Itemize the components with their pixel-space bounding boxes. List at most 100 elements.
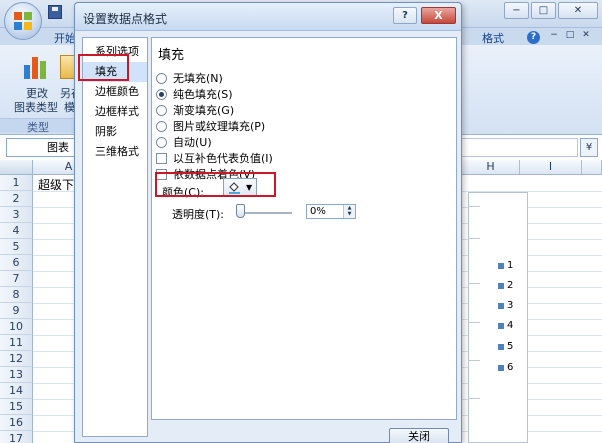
option-automatic[interactable]: 自动(U) [156, 134, 212, 150]
formula-expand-icon[interactable]: ¥ [580, 138, 598, 157]
panel-title: 填充 [158, 48, 185, 63]
doc-restore-icon[interactable]: □ [564, 29, 576, 41]
transparency-slider-track[interactable] [238, 212, 292, 214]
legend-swatch [498, 282, 504, 289]
row-header[interactable]: 4 [0, 223, 33, 239]
chart-gridline [468, 360, 480, 361]
nav-item-3d-format[interactable]: 三维格式 [83, 142, 147, 162]
column-header-h[interactable]: H [462, 160, 520, 175]
office-logo-icon [14, 12, 32, 30]
row-header[interactable]: 2 [0, 191, 33, 207]
option-gradient-fill[interactable]: 渐变填充(G) [156, 102, 234, 118]
transparency-spinner[interactable]: 0% ▲ ▼ [306, 204, 356, 219]
select-all-corner[interactable] [0, 160, 33, 175]
doc-minimize-icon[interactable]: − [548, 29, 560, 41]
formula-bar[interactable] [460, 138, 578, 157]
legend-label: 6 [507, 362, 514, 373]
radio-automatic[interactable] [156, 136, 167, 148]
cell-a1[interactable]: 超级下 [38, 176, 74, 193]
checkbox-invert-negative[interactable] [156, 152, 167, 164]
highlight-fill-box [78, 54, 129, 81]
save-icon[interactable] [48, 5, 62, 19]
row-header[interactable]: 10 [0, 319, 33, 335]
option-label: 自动(U) [173, 136, 212, 149]
radio-no-fill[interactable] [156, 72, 167, 84]
transparency-slider-thumb[interactable] [236, 204, 245, 218]
nav-item-border-style[interactable]: 边框样式 [83, 102, 147, 122]
window-controls: − □ ✕ [504, 2, 598, 19]
option-no-fill[interactable]: 无填充(N) [156, 70, 223, 86]
radio-picture-fill[interactable] [156, 120, 167, 132]
row-header[interactable]: 7 [0, 271, 33, 287]
legend-item[interactable]: 1 [498, 260, 513, 271]
row-header[interactable]: 6 [0, 255, 33, 271]
column-header-i[interactable]: I [520, 160, 582, 175]
spin-arrows-icon[interactable]: ▲ ▼ [343, 205, 355, 218]
row-header[interactable]: 17 [0, 431, 33, 443]
row-header[interactable]: 3 [0, 207, 33, 223]
legend-swatch [498, 343, 504, 350]
option-label: 图片或纹理填充(P) [173, 120, 266, 133]
column-header-extra[interactable] [582, 160, 602, 175]
legend-item[interactable]: 2 [498, 280, 513, 291]
row-header[interactable]: 12 [0, 351, 33, 367]
row-header[interactable]: 15 [0, 399, 33, 415]
legend-label: 1 [507, 260, 514, 271]
office-button[interactable] [4, 2, 42, 40]
highlight-color-box [155, 172, 276, 197]
maximize-button[interactable]: □ [531, 2, 556, 19]
change-chart-type-label-2[interactable]: 图表类型 [14, 99, 58, 115]
chart-gridline [468, 206, 480, 207]
doc-close-icon[interactable]: ✕ [580, 29, 592, 41]
legend-swatch [498, 322, 504, 329]
option-label: 渐变填充(G) [173, 104, 235, 117]
document-controls: − □ ✕ [548, 29, 592, 41]
legend-item[interactable]: 5 [498, 341, 513, 352]
fill-options-panel: 填充 无填充(N) 纯色填充(S) 渐变填充(G) 图片或纹理填充(P) 自动(… [151, 37, 457, 420]
row-header[interactable]: 14 [0, 383, 33, 399]
legend-label: 3 [507, 300, 514, 311]
row-header[interactable]: 5 [0, 239, 33, 255]
nav-item-border-color[interactable]: 边框颜色 [83, 82, 147, 102]
help-icon[interactable]: ? [527, 31, 540, 44]
transparency-label: 透明度(T): [172, 208, 225, 221]
option-label: 以互补色代表负值(I) [173, 152, 273, 165]
dialog-title-bar[interactable]: 设置数据点格式 ? X [75, 3, 461, 31]
option-picture-fill[interactable]: 图片或纹理填充(P) [156, 118, 265, 134]
row-header[interactable]: 16 [0, 415, 33, 431]
format-data-point-dialog: 设置数据点格式 ? X 系列选项 填充 边框颜色 边框样式 阴影 三维格式 填充… [74, 2, 462, 443]
legend-item[interactable]: 4 [498, 320, 513, 331]
row-header[interactable]: 11 [0, 335, 33, 351]
radio-gradient-fill[interactable] [156, 104, 167, 116]
close-button[interactable]: 关闭 [389, 428, 449, 443]
tab-start[interactable]: 开始 [54, 30, 76, 46]
change-chart-type-icon[interactable] [24, 53, 50, 79]
dialog-category-list: 系列选项 填充 边框颜色 边框样式 阴影 三维格式 [82, 37, 148, 437]
nav-item-shadow[interactable]: 阴影 [83, 122, 147, 142]
legend-item[interactable]: 6 [498, 362, 513, 373]
row-header[interactable]: 8 [0, 287, 33, 303]
row-header[interactable]: 9 [0, 303, 33, 319]
ribbon-group-type: 类型 [0, 118, 76, 134]
embedded-chart[interactable] [468, 192, 528, 443]
radio-solid-fill[interactable] [156, 88, 167, 100]
option-solid-fill[interactable]: 纯色填充(S) [156, 86, 233, 102]
legend-swatch [498, 302, 504, 309]
legend-label: 5 [507, 341, 514, 352]
row-header[interactable]: 1 [0, 175, 33, 191]
legend-swatch [498, 364, 504, 371]
legend-item[interactable]: 3 [498, 300, 513, 311]
legend-label: 2 [507, 280, 514, 291]
close-window-button[interactable]: ✕ [558, 2, 598, 19]
chart-gridline [468, 398, 480, 399]
row-header[interactable]: 13 [0, 367, 33, 383]
chart-gridline [468, 238, 480, 239]
legend-label: 4 [507, 320, 514, 331]
minimize-button[interactable]: − [504, 2, 529, 19]
legend-swatch [498, 262, 504, 269]
dialog-close-icon[interactable]: X [421, 7, 456, 24]
transparency-value[interactable]: 0% [310, 206, 326, 217]
dialog-help-button[interactable]: ? [393, 7, 417, 24]
tab-format[interactable]: 格式 [482, 30, 504, 46]
option-invert-negative[interactable]: 以互补色代表负值(I) [156, 150, 273, 166]
